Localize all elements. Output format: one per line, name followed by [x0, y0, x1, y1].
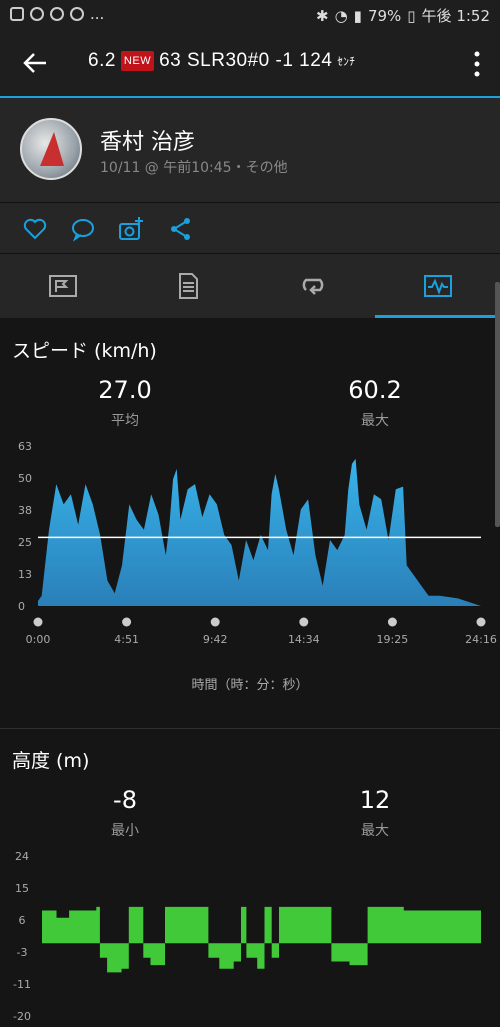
- title-part: 6.2: [88, 50, 116, 71]
- speed-area-series: [38, 458, 481, 606]
- x-tick-label: 19:25: [377, 633, 409, 646]
- section-divider: [0, 728, 500, 729]
- camera-add-icon[interactable]: [118, 216, 144, 242]
- y-tick-label: 13: [18, 568, 32, 581]
- action-bar: [0, 203, 500, 254]
- y-tick-label: 50: [18, 472, 32, 485]
- altitude-area-series: [42, 906, 481, 973]
- y-tick-label: 25: [18, 536, 32, 549]
- pulse-chart-icon: [424, 275, 452, 297]
- status-bar: ... ✱ ◔ ▮ 79% ▯ 午後 1:52: [0, 0, 500, 30]
- speed-title: スピード (km/h): [12, 340, 157, 362]
- x-tick-label: 9:42: [203, 633, 228, 646]
- sync-icon: [70, 7, 84, 21]
- document-icon: [179, 273, 198, 299]
- status-more: ...: [90, 5, 105, 23]
- y-tick-label: 38: [18, 504, 32, 517]
- status-time: 午後 1:52: [421, 7, 490, 25]
- altitude-min-label: 最小: [111, 823, 139, 839]
- share-icon[interactable]: [168, 216, 194, 242]
- title-suffix: ｾﾝﾁ: [337, 56, 356, 68]
- y-tick-label: 63: [18, 440, 32, 453]
- activity-datetime: 10/11 @ 午前10:45・その他: [100, 160, 288, 176]
- comment-icon[interactable]: [70, 216, 96, 242]
- y-tick-label: -3: [17, 946, 28, 959]
- y-tick-label: 0: [18, 600, 25, 613]
- bluetooth-icon: ✱: [316, 6, 329, 25]
- user-name[interactable]: 香村 治彦: [100, 124, 195, 156]
- y-tick-label: -20: [13, 1010, 31, 1023]
- altitude-max-value: 12: [359, 786, 391, 814]
- app-bar: 6.2 NEW 63 SLR30#0 -1 124 ｾﾝﾁ: [0, 30, 500, 98]
- loop-icon: [302, 278, 324, 295]
- speed-max-label: 最大: [361, 413, 389, 429]
- sync-icon: [50, 7, 64, 21]
- activity-title: 6.2 NEW 63 SLR30#0 -1 124 ｾﾝﾁ: [88, 50, 355, 72]
- speed-max-value: 60.2: [348, 376, 402, 404]
- activity-tabs: [0, 254, 500, 318]
- altitude-title: 高度 (m): [12, 750, 90, 772]
- x-tick-marker: [387, 617, 397, 627]
- x-tick-label: 24:16: [465, 633, 497, 646]
- avatar[interactable]: [20, 118, 82, 180]
- y-tick-label: -11: [13, 978, 31, 991]
- x-tick-marker: [122, 617, 132, 627]
- sync-icon: [30, 7, 44, 21]
- x-tick-label: 0:00: [26, 633, 51, 646]
- x-tick-label: 14:34: [288, 633, 320, 646]
- speed-x-axis-title: 時間（時：分：秒）: [191, 678, 309, 693]
- y-tick-label: 24: [15, 850, 29, 863]
- x-tick-marker: [476, 617, 486, 627]
- flag-card-icon: [49, 275, 77, 297]
- altitude-max-label: 最大: [361, 823, 389, 839]
- activity-header: 香村 治彦 10/11 @ 午前10:45・その他: [0, 98, 500, 203]
- x-tick-label: 4:51: [114, 633, 139, 646]
- speed-average-label: 平均: [111, 413, 139, 429]
- tab-summary[interactable]: [0, 254, 125, 318]
- speed-chart[interactable]: 63 50 38 25 13 0 0:00 4:51 9:42 14:34 19:25 24:16: [0, 436, 500, 651]
- battery-percent: 79%: [367, 6, 402, 25]
- gallery-icon: [10, 7, 24, 21]
- y-tick-label: 6: [19, 914, 26, 927]
- title-part: 63 SLR30#0 -1 124: [159, 50, 333, 71]
- signal-icon: ▮: [353, 6, 362, 25]
- wifi-icon: ◔: [334, 6, 348, 25]
- heart-icon[interactable]: [22, 216, 48, 242]
- altitude-min-value: -8: [113, 786, 137, 814]
- x-tick-marker: [210, 617, 220, 627]
- back-arrow-icon[interactable]: [20, 48, 50, 78]
- overflow-menu-icon[interactable]: [472, 50, 482, 78]
- x-tick-marker: [33, 617, 43, 627]
- tab-details[interactable]: [125, 254, 250, 318]
- battery-icon: ▯: [407, 6, 416, 25]
- speed-average-value: 27.0: [98, 376, 152, 404]
- new-badge: NEW: [120, 51, 155, 71]
- altitude-chart[interactable]: 24 15 6 -3 -11 -20: [0, 846, 500, 1027]
- tab-laps[interactable]: [250, 254, 375, 318]
- tab-charts[interactable]: [375, 254, 500, 318]
- y-tick-label: 15: [15, 882, 29, 895]
- x-tick-marker: [299, 617, 309, 627]
